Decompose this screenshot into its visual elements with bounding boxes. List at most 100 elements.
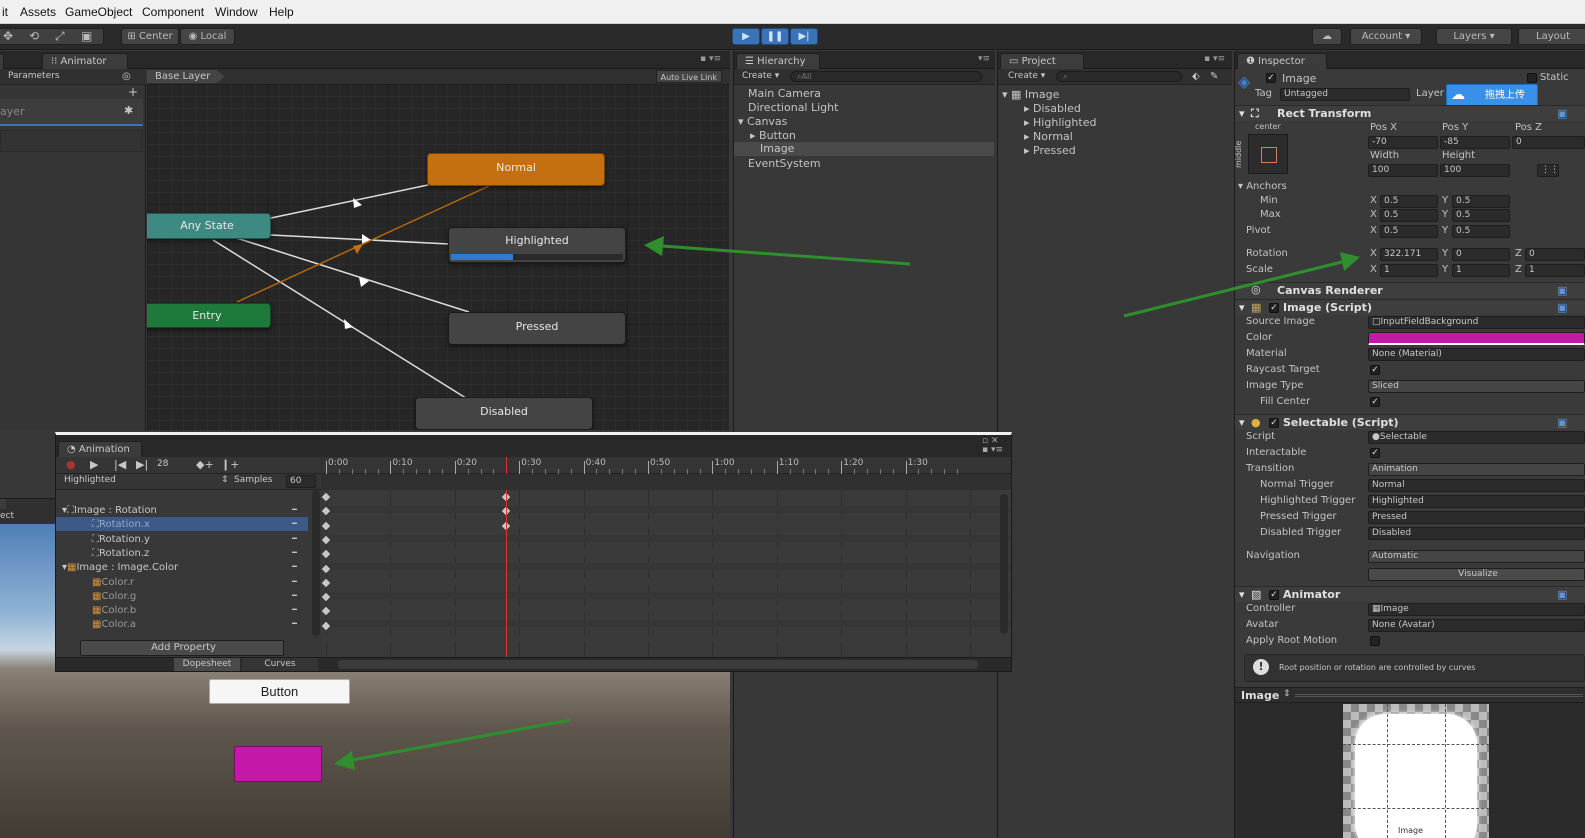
menu-window[interactable]: Window — [215, 5, 258, 19]
state-normal[interactable]: Normal — [427, 153, 605, 186]
breadcrumb-base-layer[interactable]: Base Layer — [147, 70, 225, 83]
rotate-tool-icon[interactable]: ⟲ — [29, 29, 39, 44]
foldout-icon[interactable]: ▾ — [1239, 588, 1245, 601]
menu-edit[interactable]: it — [2, 5, 8, 19]
preview-dropdown-icon[interactable]: ⇕ — [1283, 689, 1291, 699]
playhead[interactable] — [506, 490, 508, 657]
property-options-icon[interactable]: ━ — [292, 605, 297, 614]
interactable-checkbox[interactable]: ✓ — [1370, 448, 1380, 458]
property-row[interactable]: ▦Color.a — [92, 619, 136, 630]
pause-button[interactable]: ❚❚ — [761, 28, 789, 45]
canvas-renderer-header[interactable]: ◎ Canvas Renderer ▣ — [1235, 282, 1585, 298]
project-menu-icon[interactable]: ▪ ▾≡ — [1204, 54, 1225, 64]
animation-menu-icon[interactable]: ▪ ▾≡ — [982, 445, 1003, 455]
property-options-icon[interactable]: ━ — [292, 505, 297, 514]
hierarchy-search[interactable]: ⌕All — [790, 71, 982, 82]
preview-header[interactable]: Image ⇕ — [1235, 687, 1585, 703]
object-name-field[interactable]: Image — [1282, 72, 1316, 85]
menu-gameobject[interactable]: GameObject — [65, 5, 132, 19]
auto-live-link-button[interactable]: Auto Live Link — [655, 70, 722, 83]
active-checkbox[interactable]: ✓ — [1266, 73, 1276, 83]
property-options-icon[interactable]: ━ — [292, 519, 297, 528]
samples-field[interactable]: 60 — [286, 475, 316, 488]
pivot-y-field[interactable]: 0.5 — [1452, 225, 1510, 238]
play-icon[interactable]: ▶ — [90, 458, 98, 471]
timeline-ruler[interactable]: 0:00 0:10 0:20 0:30 0:40 0:50 1:00 1:10 1:20 1:30 — [322, 457, 1011, 474]
anchors-foldout[interactable]: ▾ Anchors — [1238, 181, 1287, 192]
prev-key-icon[interactable]: |◀ — [114, 458, 126, 471]
menu-assets[interactable]: Assets — [20, 5, 56, 19]
property-row[interactable]: ⛶Rotation.y — [92, 534, 150, 545]
tab-hierarchy[interactable]: ☰ Hierarchy — [736, 53, 820, 69]
filter-icon[interactable]: ⬖ — [1192, 69, 1200, 84]
source-image-field[interactable]: □InputFieldBackground — [1368, 316, 1585, 329]
static-checkbox[interactable] — [1527, 73, 1537, 83]
dopesheet-vertical-scrollbar[interactable] — [1000, 494, 1008, 634]
project-item[interactable]: ▾ ▦ Image — [1002, 88, 1059, 101]
collapse-arrow-icon[interactable]: ▸ — [750, 129, 759, 142]
pivot-center-button[interactable]: ⊞ Center — [121, 28, 179, 45]
animator-enabled-checkbox[interactable]: ✓ — [1269, 590, 1279, 600]
selectable-enabled-checkbox[interactable]: ✓ — [1269, 418, 1279, 428]
hierarchy-item[interactable]: Directional Light — [748, 101, 838, 114]
anchor-preset-button[interactable] — [1248, 134, 1288, 174]
fill-center-checkbox[interactable]: ✓ — [1370, 397, 1380, 407]
add-keyframe-icon[interactable]: ◆+ — [196, 458, 214, 471]
help-icon[interactable]: ▣ — [1557, 107, 1567, 120]
property-scrollbar[interactable] — [312, 490, 320, 636]
pivot-local-button[interactable]: ◉ Local — [180, 28, 235, 45]
property-options-icon[interactable]: ━ — [292, 619, 297, 628]
property-options-icon[interactable]: ━ — [292, 591, 297, 600]
property-options-icon[interactable]: ━ — [292, 548, 297, 557]
rect-tool-icon[interactable]: ▣ — [81, 29, 92, 44]
label-icon[interactable]: ✎ — [1210, 69, 1218, 84]
scale-y-field[interactable]: 1 — [1452, 264, 1510, 277]
foldout-icon[interactable]: ▾ — [1239, 107, 1245, 120]
menu-component[interactable]: Component — [142, 5, 204, 19]
tab-animator[interactable]: ⁝⁝ Animator — [42, 53, 128, 69]
next-key-icon[interactable]: ▶| — [136, 458, 148, 471]
eye-icon[interactable]: ◎ — [122, 69, 131, 84]
rotation-x-field[interactable]: 322.171 — [1380, 248, 1438, 261]
foldout-icon[interactable]: ▾ — [1239, 301, 1245, 314]
pos-x-field[interactable]: -70 — [1368, 136, 1438, 149]
clip-dropdown[interactable]: Highlighted — [64, 475, 116, 485]
anchor-max-y-field[interactable]: 0.5 — [1452, 209, 1510, 222]
state-disabled[interactable]: Disabled — [415, 397, 593, 430]
help-icon[interactable]: ▣ — [1557, 588, 1567, 601]
image-enabled-checkbox[interactable]: ✓ — [1269, 303, 1279, 313]
scale-z-field[interactable]: 1 — [1525, 264, 1585, 277]
gear-icon[interactable]: ✱ — [124, 104, 133, 117]
preview-drag-handle[interactable] — [1295, 694, 1583, 697]
panel-menu-icon[interactable]: ▪ ▾≡ — [700, 54, 721, 64]
anchor-max-x-field[interactable]: 0.5 — [1380, 209, 1438, 222]
horizontal-scrollbar[interactable] — [338, 660, 978, 669]
hierarchy-item-selected[interactable]: Image — [734, 142, 994, 156]
state-highlighted[interactable]: Highlighted — [448, 227, 626, 263]
state-graph[interactable]: Normal Any State Highlighted Entry Press… — [147, 84, 729, 430]
keyframe[interactable] — [322, 492, 331, 502]
layers-dropdown[interactable]: Layers ▾ — [1436, 28, 1512, 45]
rotation-y-field[interactable]: 0 — [1452, 248, 1510, 261]
help-icon[interactable]: ▣ — [1557, 301, 1567, 314]
add-event-icon[interactable]: ❙+ — [221, 458, 239, 471]
foldout-icon[interactable]: ▾ — [1239, 416, 1245, 429]
cloud-button[interactable]: ☁ — [1312, 28, 1342, 45]
pos-z-field[interactable]: 0 — [1512, 136, 1585, 149]
property-group-row[interactable]: ▾▦Image : Image.Color — [62, 562, 178, 573]
hierarchy-item[interactable]: Main Camera — [748, 87, 821, 100]
width-field[interactable]: 100 — [1368, 164, 1438, 177]
rotation-z-field[interactable]: 0 — [1525, 248, 1585, 261]
tag-dropdown[interactable]: Untagged — [1280, 88, 1410, 101]
add-property-button[interactable]: Add Property — [80, 640, 284, 656]
project-item[interactable]: ▸ Pressed — [1024, 144, 1076, 157]
help-icon[interactable]: ▣ — [1557, 284, 1567, 297]
property-options-icon[interactable]: ━ — [292, 562, 297, 571]
hierarchy-menu-icon[interactable]: ▾≡ — [978, 54, 990, 64]
image-script-header[interactable]: ▾ ▦ ✓ Image (Script) ▣ — [1235, 299, 1585, 315]
menu-help[interactable]: Help — [269, 5, 294, 19]
raycast-checkbox[interactable]: ✓ — [1370, 365, 1380, 375]
raw-edit-button[interactable]: ⋮⋮ — [1537, 164, 1559, 177]
apply-root-motion-checkbox[interactable] — [1370, 636, 1380, 646]
tab-inspector[interactable]: ❶ Inspector — [1237, 53, 1327, 69]
